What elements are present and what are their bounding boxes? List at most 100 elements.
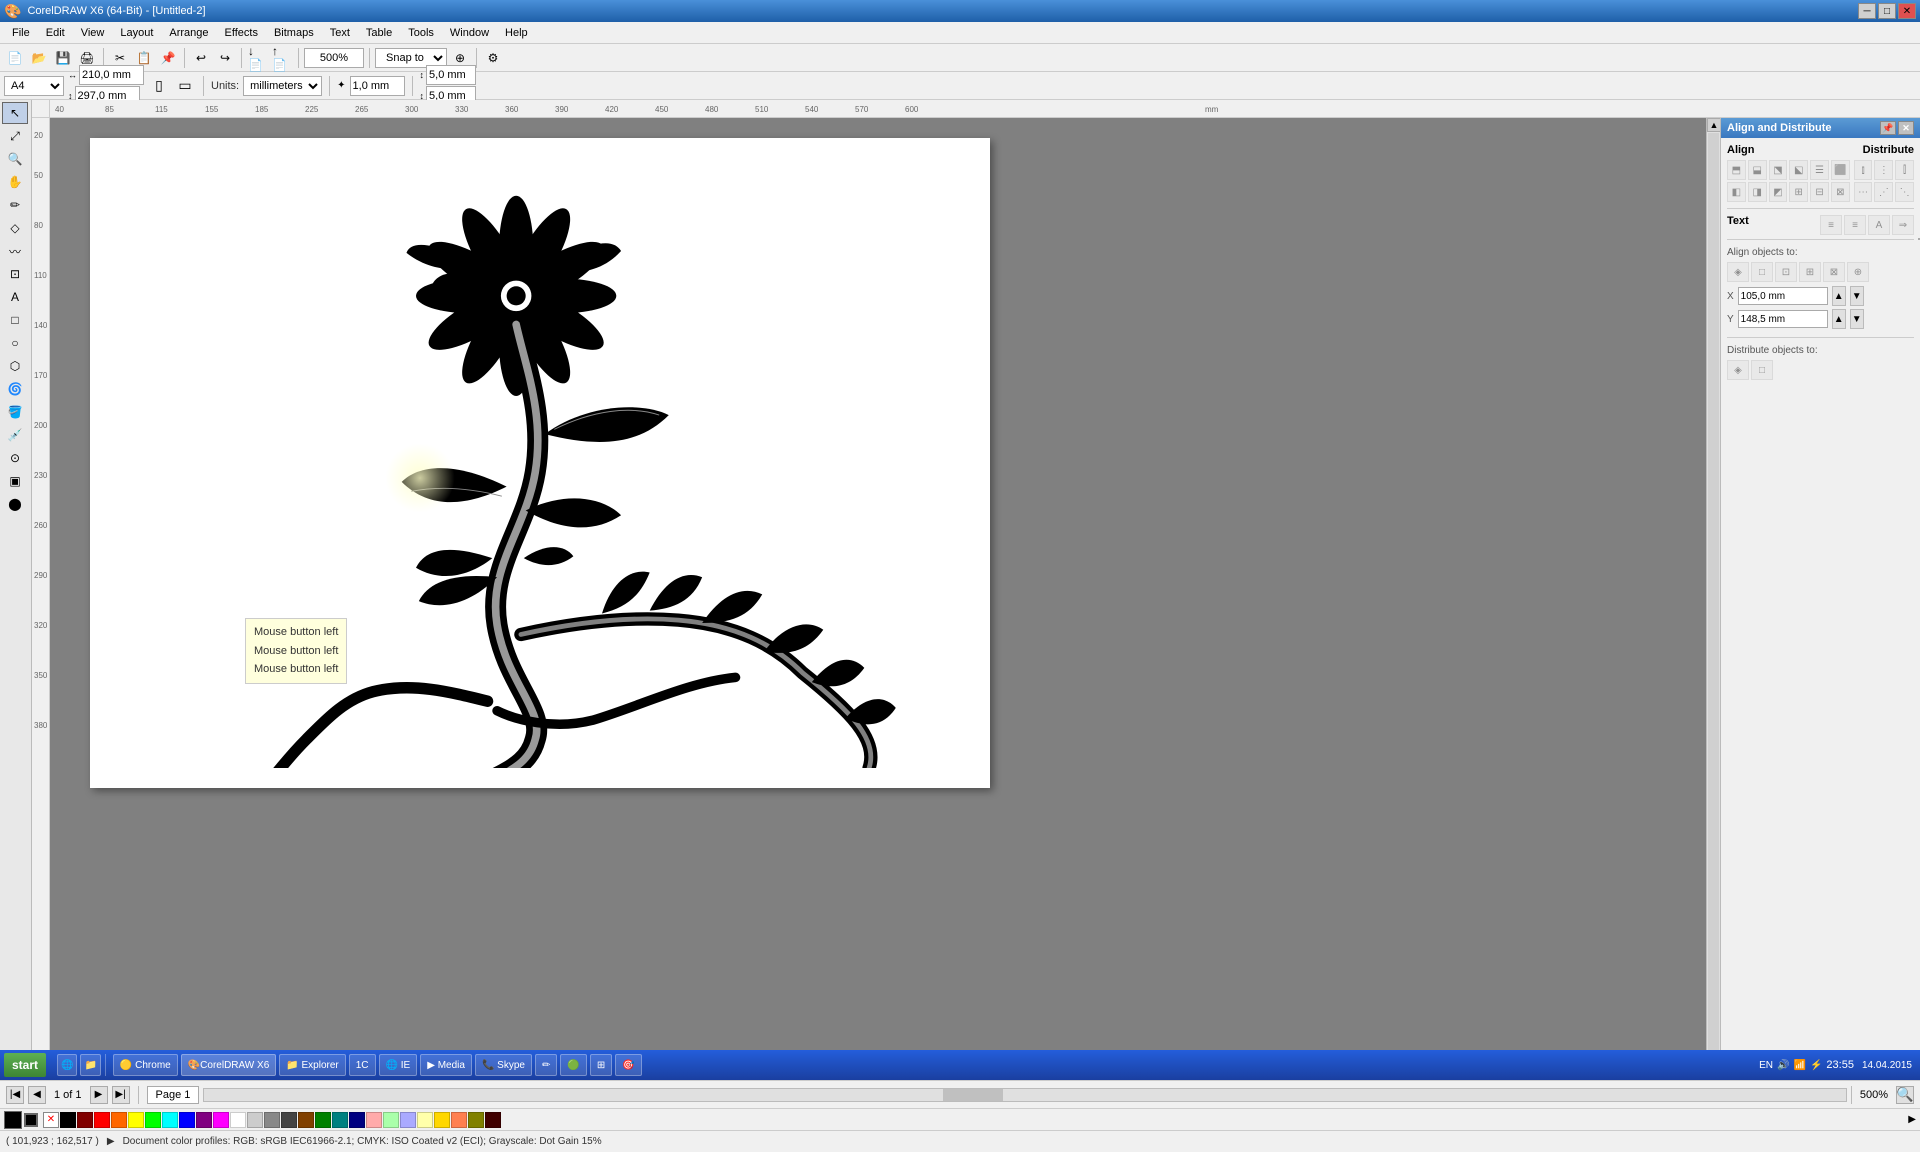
swatch-lime[interactable] xyxy=(145,1112,161,1128)
dist-to-selection[interactable]: ◈ xyxy=(1727,360,1749,380)
export-button[interactable]: ↑📄 xyxy=(271,47,293,69)
taskbar-green-button[interactable]: 🟢 xyxy=(560,1054,586,1076)
fill-tool[interactable]: ▣ xyxy=(2,470,28,492)
taskbar-skype-button[interactable]: 📞 Skype xyxy=(475,1054,532,1076)
taskbar-ie-button[interactable]: 🌐 IE xyxy=(379,1054,418,1076)
swatch-red[interactable] xyxy=(94,1112,110,1128)
import-button[interactable]: ↓📄 xyxy=(247,47,269,69)
align-center-v2-button[interactable]: ⊟ xyxy=(1810,182,1829,202)
swatch-lightgray[interactable] xyxy=(247,1112,263,1128)
portrait-button[interactable]: ▯ xyxy=(148,75,170,97)
align-bottom-button[interactable]: ⬛ xyxy=(1831,160,1850,180)
taskbar-1c-button[interactable]: 1C xyxy=(349,1054,376,1076)
open-button[interactable]: 📂 xyxy=(28,47,50,69)
polygon-tool[interactable]: ⬡ xyxy=(2,355,28,377)
align-center-h2-button[interactable]: ◨ xyxy=(1748,182,1767,202)
swatch-gold[interactable] xyxy=(434,1112,450,1128)
menu-bitmaps[interactable]: Bitmaps xyxy=(266,25,322,41)
crop-tool[interactable]: ⊡ xyxy=(2,263,28,285)
landscape-button[interactable]: ▭ xyxy=(174,75,196,97)
fill-color-box[interactable] xyxy=(4,1111,22,1129)
explorer-button[interactable]: 📁 xyxy=(80,1054,100,1076)
minimize-button[interactable]: ─ xyxy=(1858,3,1876,19)
pen-tool[interactable]: ✏ xyxy=(2,194,28,216)
taskbar-pen-button[interactable]: ✏ xyxy=(535,1054,557,1076)
y-spin-up[interactable]: ▲ xyxy=(1832,309,1846,329)
dist-bottom-button[interactable]: ⋱ xyxy=(1895,182,1914,202)
text-align-right[interactable]: A xyxy=(1868,215,1890,235)
x-coord-input[interactable]: 105,0 mm xyxy=(1738,287,1828,305)
swatch-gray[interactable] xyxy=(264,1112,280,1128)
nudge-input[interactable] xyxy=(350,76,405,96)
swatch-darkred[interactable] xyxy=(77,1112,93,1128)
coord-expand-icon[interactable]: ▶ xyxy=(107,1136,115,1147)
menu-effects[interactable]: Effects xyxy=(217,25,266,41)
start-button[interactable]: start xyxy=(4,1053,46,1077)
swatch-teal[interactable] xyxy=(332,1112,348,1128)
align-right-button[interactable]: ⬔ xyxy=(1769,160,1788,180)
interactive-fill[interactable]: ⬤ xyxy=(2,493,28,515)
canvas-scroll[interactable]: Mouse button left Mouse button left Mous… xyxy=(50,118,1720,1080)
step1-input[interactable] xyxy=(426,65,476,85)
swatch-navy[interactable] xyxy=(349,1112,365,1128)
swatch-green[interactable] xyxy=(315,1112,331,1128)
x-spin-up[interactable]: ▲ xyxy=(1832,286,1846,306)
align-to-grid[interactable]: ⊞ xyxy=(1799,262,1821,282)
align-top2-button[interactable]: ⊞ xyxy=(1789,182,1808,202)
dist-to-page[interactable]: □ xyxy=(1751,360,1773,380)
dist-center-v-button[interactable]: ⋰ xyxy=(1874,182,1893,202)
menu-edit[interactable]: Edit xyxy=(38,25,73,41)
swatch-yellow[interactable] xyxy=(128,1112,144,1128)
scroll-right-palette[interactable]: ▶ xyxy=(1908,1114,1916,1125)
menu-layout[interactable]: Layout xyxy=(112,25,161,41)
ie-button[interactable]: 🌐 xyxy=(57,1054,77,1076)
swatch-olive[interactable] xyxy=(468,1112,484,1128)
align-center-v-button[interactable]: ☰ xyxy=(1810,160,1829,180)
y-spin-down[interactable]: ▼ xyxy=(1850,309,1864,329)
outline-tool[interactable]: ⊙ xyxy=(2,447,28,469)
align-to-page[interactable]: □ xyxy=(1751,262,1773,282)
network-icon[interactable]: 📶 xyxy=(1794,1060,1806,1071)
undo-button[interactable]: ↩ xyxy=(190,47,212,69)
align-top-button[interactable]: ⬕ xyxy=(1789,160,1808,180)
prev-page-button[interactable]: ◀ xyxy=(28,1086,46,1104)
align-to-specified-pt[interactable]: ⊕ xyxy=(1847,262,1869,282)
selection-tool[interactable]: ↖ xyxy=(2,102,28,124)
no-fill-icon[interactable]: ✕ xyxy=(43,1112,59,1128)
zoom-out-button[interactable]: 🔍 xyxy=(1896,1086,1914,1104)
text-align-center[interactable]: ≡ xyxy=(1844,215,1866,235)
menu-table[interactable]: Table xyxy=(358,25,400,41)
page-tab[interactable]: Page 1 xyxy=(147,1086,200,1104)
align-left2-button[interactable]: ◧ xyxy=(1727,182,1746,202)
swatch-purple[interactable] xyxy=(196,1112,212,1128)
swatch-magenta[interactable] xyxy=(213,1112,229,1128)
battery-icon[interactable]: ⚡ xyxy=(1810,1060,1822,1071)
redo-button[interactable]: ↪ xyxy=(214,47,236,69)
pan-tool[interactable]: ✋ xyxy=(2,171,28,193)
shape-tool[interactable]: ◇ xyxy=(2,217,28,239)
first-page-button[interactable]: |◀ xyxy=(6,1086,24,1104)
text-tool[interactable]: A xyxy=(2,286,28,308)
swatch-brown[interactable] xyxy=(298,1112,314,1128)
taskbar-apps-button[interactable]: ⊞ xyxy=(590,1054,612,1076)
spiral-tool[interactable]: 🌀 xyxy=(2,378,28,400)
menu-file[interactable]: File xyxy=(4,25,38,41)
vertical-scrollbar[interactable]: ▲ ▼ xyxy=(1706,118,1720,1066)
panel-pin-button[interactable]: 📌 xyxy=(1880,121,1896,135)
options-button[interactable]: ⚙ xyxy=(482,47,504,69)
text-align-left[interactable]: ≡ xyxy=(1820,215,1842,235)
new-button[interactable]: 📄 xyxy=(4,47,26,69)
swatch-blue[interactable] xyxy=(179,1112,195,1128)
swatch-black[interactable] xyxy=(60,1112,76,1128)
swatch-lightblue[interactable] xyxy=(400,1112,416,1128)
taskbar-media-button[interactable]: ▶ Media xyxy=(420,1054,472,1076)
align-to-selection[interactable]: ◈ xyxy=(1727,262,1749,282)
align-bottom2-button[interactable]: ⊠ xyxy=(1831,182,1850,202)
paint-tool[interactable]: 🪣 xyxy=(2,401,28,423)
swatch-coral[interactable] xyxy=(451,1112,467,1128)
zoom-input[interactable]: 500% xyxy=(304,48,364,68)
eyedropper-tool[interactable]: 💉 xyxy=(2,424,28,446)
next-page-button[interactable]: ▶ xyxy=(90,1086,108,1104)
ellipse-tool[interactable]: ○ xyxy=(2,332,28,354)
swatch-white[interactable] xyxy=(230,1112,246,1128)
